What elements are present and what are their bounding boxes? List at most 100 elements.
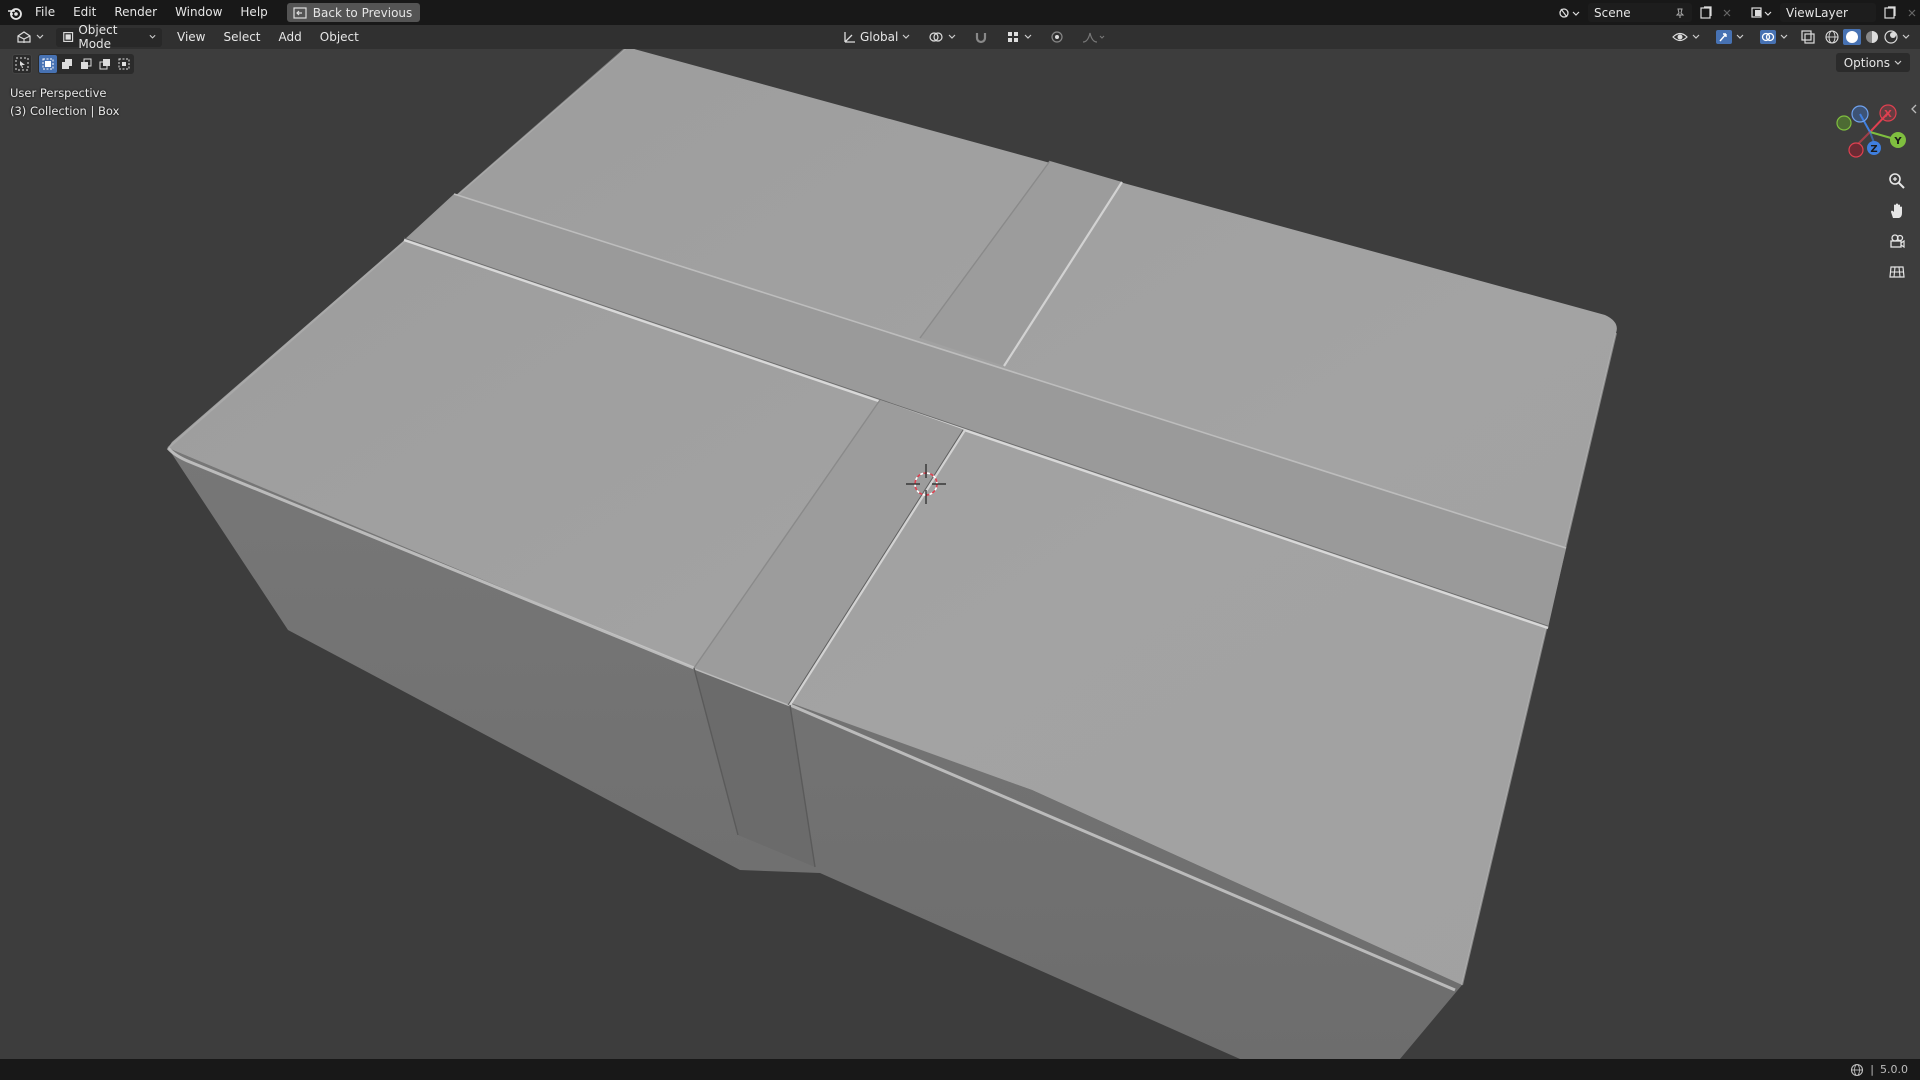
chevron-down-icon [902, 34, 910, 39]
camera-view-button[interactable] [1884, 229, 1910, 253]
gizmo-neg-y-icon[interactable] [1836, 115, 1852, 131]
orientation-label: Global [860, 30, 899, 44]
select-extend-icon [62, 59, 72, 69]
chevron-down-icon [1894, 60, 1902, 65]
delete-scene-icon[interactable] [1720, 3, 1734, 22]
zoom-icon [1889, 173, 1905, 189]
snap-target-dropdown[interactable] [1000, 28, 1038, 47]
select-new-mode[interactable] [39, 55, 57, 73]
falloff-curve-icon [1083, 32, 1105, 43]
overlays-toggle[interactable] [1754, 28, 1794, 47]
object-mode-dropdown[interactable]: Object Mode [56, 23, 162, 51]
options-label: Options [1843, 55, 1890, 70]
viewport-editor-icon [17, 31, 31, 43]
orientation-icon [844, 32, 855, 43]
shading-modes [1822, 28, 1912, 47]
sidebar-toggle-icon[interactable] [1910, 103, 1918, 115]
chevron-down-icon [36, 34, 44, 39]
magnet-icon [976, 33, 987, 44]
menu-add[interactable]: Add [270, 30, 311, 44]
select-invert-icon [99, 59, 110, 70]
version-label: 5.0.0 [1880, 1063, 1908, 1076]
chevron-down-icon [1692, 34, 1700, 39]
select-intersect-icon [118, 58, 130, 70]
zoom-button[interactable] [1884, 169, 1910, 193]
orthographic-toggle-button[interactable] [1884, 259, 1910, 283]
wireframe-shading-icon[interactable] [1824, 29, 1840, 45]
view-layer-name: ViewLayer [1786, 5, 1848, 20]
menu-select[interactable]: Select [214, 30, 269, 44]
pin-icon [1675, 8, 1685, 18]
new-view-layer-icon[interactable] [1880, 3, 1900, 22]
menu-view[interactable]: View [168, 30, 214, 44]
gizmo-neg-x-icon[interactable] [1848, 142, 1864, 158]
transform-tools: Global [836, 25, 1112, 49]
options-dropdown[interactable]: Options [1835, 53, 1910, 72]
orientation-dropdown[interactable]: Global [836, 28, 916, 47]
chevron-down-icon [149, 34, 156, 39]
view-perspective-label: User Perspective [10, 86, 107, 100]
material-shading-icon[interactable] [1864, 29, 1880, 45]
select-extend-mode[interactable] [58, 55, 76, 73]
scene-field[interactable]: Scene [1588, 3, 1692, 22]
select-new-icon [42, 58, 54, 70]
3d-viewport[interactable]: User Perspective (3) Collection | Box Op… [0, 49, 1920, 1059]
back-to-previous-button[interactable]: Back to Previous [286, 3, 421, 22]
falloff-dropdown[interactable] [1076, 28, 1112, 47]
gizmo-z-axis-icon[interactable] [1851, 105, 1869, 123]
menu-file[interactable]: File [26, 0, 64, 25]
pivot-dropdown[interactable] [922, 28, 962, 47]
view-layer-type-icon[interactable] [1746, 3, 1776, 22]
new-scene-icon[interactable] [1696, 3, 1716, 22]
menu-render[interactable]: Render [105, 0, 166, 25]
gizmo-y-label: Y [1893, 136, 1902, 147]
gizmo-icon [1716, 30, 1732, 44]
select-intersect-mode[interactable] [115, 55, 133, 73]
back-icon [293, 6, 307, 19]
menu-edit[interactable]: Edit [64, 0, 105, 25]
viewport-shading-tools [1666, 25, 1912, 49]
viewport-info: User Perspective (3) Collection | Box [10, 84, 119, 120]
scene-name: Scene [1594, 5, 1631, 20]
chevron-down-icon [1780, 34, 1788, 39]
viewport-tool-row [12, 54, 134, 74]
chevron-down-icon [1736, 34, 1744, 39]
gizmo-toggle[interactable] [1710, 28, 1750, 47]
gizmo-z-label: Z [1870, 144, 1877, 155]
view-layer-field[interactable]: ViewLayer [1780, 3, 1876, 22]
menu-object[interactable]: Object [311, 30, 368, 44]
gizmo-x-label: X [1884, 109, 1892, 120]
eye-icon [1672, 32, 1688, 42]
proportional-edit-icon [1051, 31, 1063, 43]
navigation-gizmo[interactable]: X Y Z [1828, 96, 1908, 176]
select-tool-button[interactable] [12, 54, 32, 74]
editor-type-dropdown[interactable] [10, 28, 50, 47]
scene-type-icon[interactable] [1554, 3, 1584, 22]
object-mode-label: Object Mode [78, 23, 118, 51]
select-invert-mode[interactable] [96, 55, 114, 73]
delete-view-layer-icon[interactable] [1904, 3, 1920, 22]
selection-mode-group [38, 54, 134, 74]
select-subtract-mode[interactable] [77, 55, 95, 73]
blender-logo-icon[interactable] [4, 3, 26, 22]
cursor-arrow-icon [15, 57, 29, 71]
snap-grid-icon [1008, 32, 1019, 42]
visibility-dropdown[interactable] [1666, 28, 1706, 47]
proportional-edit-toggle[interactable] [1044, 28, 1070, 47]
pan-button[interactable] [1884, 199, 1910, 223]
network-icon [1851, 1063, 1864, 1076]
snap-toggle[interactable] [968, 28, 994, 47]
menu-help[interactable]: Help [231, 0, 276, 25]
menu-window[interactable]: Window [166, 0, 231, 25]
chevron-down-icon [1902, 34, 1910, 39]
camera-icon [1890, 234, 1905, 249]
viewport-navigation [1884, 169, 1910, 283]
top-right-controls: Scene ViewLayer [1554, 0, 1920, 25]
solid-shading-icon[interactable] [1843, 29, 1861, 45]
hand-icon [1891, 203, 1902, 218]
viewport-header: Object Mode View Select Add Object Globa… [0, 23, 1920, 51]
rendered-shading-icon[interactable] [1883, 29, 1899, 45]
chevron-down-icon [948, 34, 956, 39]
xray-toggle[interactable] [1798, 28, 1818, 47]
scene-render [166, 49, 1617, 1059]
